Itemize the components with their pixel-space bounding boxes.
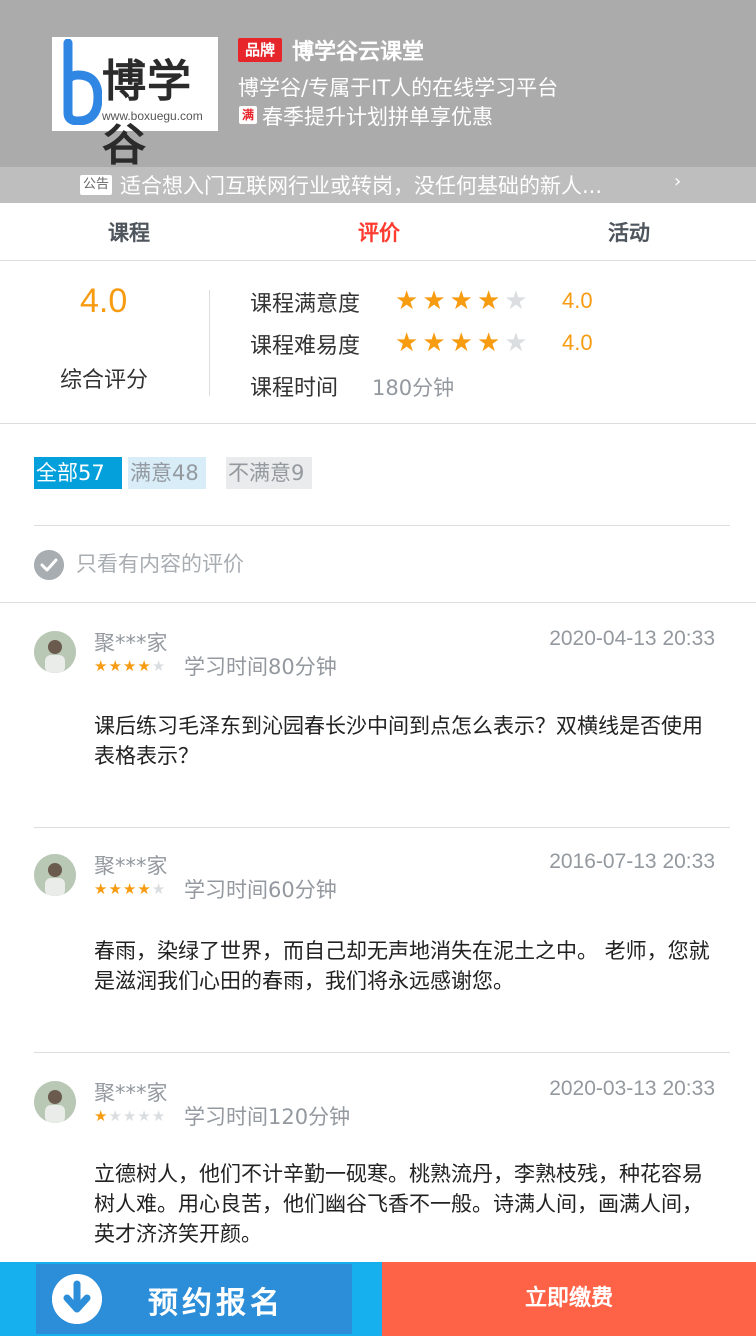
announcement-icon: 公告 xyxy=(80,175,112,195)
star-empty-icon: ★ xyxy=(151,880,167,898)
review-date: 2016-07-13 20:33 xyxy=(549,850,715,873)
review-date: 2020-03-13 20:33 xyxy=(549,1077,715,1100)
avatar[interactable] xyxy=(34,1081,76,1123)
metric-time-label: 课程时间 xyxy=(250,376,339,401)
star-icon: ★ xyxy=(122,657,138,675)
reviewer-name: 聚***家 xyxy=(94,1081,168,1105)
metric-difficulty-value: 4.0 xyxy=(562,330,593,355)
review-stars: ★★★★★ xyxy=(94,657,166,675)
rating-summary: 4.0 综合评分 课程满意度 ★★★★★ 4.0 课程难易度 ★★★★★ 4.0… xyxy=(0,262,756,424)
avatar[interactable] xyxy=(34,631,76,673)
metric-satisfaction-stars: ★★★★★ xyxy=(395,286,532,316)
person-photo-icon xyxy=(34,1081,76,1123)
review-stars: ★★★★★ xyxy=(94,1107,166,1125)
star-empty-icon: ★ xyxy=(504,328,532,358)
study-time: 学习时间60分钟 xyxy=(184,878,337,902)
star-empty-icon: ★ xyxy=(137,1107,152,1125)
chevron-right-icon: › xyxy=(674,171,682,192)
divider xyxy=(34,1052,730,1053)
book-button-banner: 预约报名 xyxy=(36,1264,352,1334)
star-icon: ★ xyxy=(108,657,123,675)
star-icon: ★ xyxy=(137,880,152,898)
brand-logo: 博学谷 www.boxuegu.com xyxy=(52,37,218,171)
star-empty-icon: ★ xyxy=(108,1107,123,1125)
star-icon: ★ xyxy=(94,657,109,675)
divider xyxy=(34,827,730,828)
star-icon: ★ xyxy=(137,657,152,675)
star-icon: ★ xyxy=(108,880,123,898)
overall-score: 4.0 xyxy=(80,282,128,320)
pay-button-label: 立即缴费 xyxy=(524,1286,613,1311)
pay-button[interactable]: 立即缴费 xyxy=(382,1262,756,1336)
star-empty-icon: ★ xyxy=(151,657,167,675)
star-icon: ★ xyxy=(122,880,138,898)
study-time: 学习时间80分钟 xyxy=(184,655,337,679)
bottom-action-bar: 预约报名 立即缴费 xyxy=(0,1262,756,1336)
overall-label: 综合评分 xyxy=(60,368,149,393)
avatar[interactable] xyxy=(34,854,76,896)
brand-title: 博学谷云课堂 xyxy=(292,40,425,65)
metric-difficulty-stars: ★★★★★ xyxy=(395,328,532,358)
brand-badge: 品牌 xyxy=(238,38,282,62)
person-photo-icon xyxy=(34,631,76,673)
notice-bar[interactable]: 公告 适合想入门互联网行业或转岗，没任何基础的新人... › xyxy=(0,167,756,203)
review-date: 2020-04-13 20:33 xyxy=(549,627,715,650)
metric-satisfaction-value: 4.0 xyxy=(562,288,593,313)
review-stars: ★★★★★ xyxy=(94,880,166,898)
divider xyxy=(34,525,730,526)
check-circle-icon xyxy=(34,550,64,580)
star-icon: ★ xyxy=(395,286,423,316)
filter-all-button[interactable]: 全部57 xyxy=(34,457,122,489)
review-body: 春雨，染绿了世界，而自己却无声地消失在泥土之中。 老师，您就是滋润我们心田的春雨… xyxy=(94,939,710,993)
tab-activity[interactable]: 活动 xyxy=(608,217,650,247)
star-icon: ★ xyxy=(94,1107,109,1125)
logo-url: www.boxuegu.com xyxy=(102,109,203,123)
book-button[interactable]: 预约报名 xyxy=(0,1262,382,1336)
star-empty-icon: ★ xyxy=(504,286,532,316)
star-icon: ★ xyxy=(449,328,477,358)
star-icon: ★ xyxy=(476,328,505,358)
summary-divider xyxy=(209,290,210,396)
tab-course[interactable]: 课程 xyxy=(108,217,150,247)
divider xyxy=(0,602,756,603)
filter-unsatisfied-button[interactable]: 不满意9 xyxy=(226,457,312,489)
star-icon: ★ xyxy=(422,286,450,316)
star-icon: ★ xyxy=(476,286,505,316)
reviewer-name: 聚***家 xyxy=(94,631,168,655)
header-slogan: 博学谷/专属于IT人的在线学习平台 xyxy=(238,76,559,100)
person-photo-icon xyxy=(34,854,76,896)
promo-text[interactable]: 春季提升计划拼单享优惠 xyxy=(262,101,493,131)
review-body: 课后练习毛泽东到沁园春长沙中间到点怎么表示？双横线是否使用表格表示？ xyxy=(94,714,703,768)
study-time: 学习时间120分钟 xyxy=(184,1105,351,1129)
filter-satisfied-button[interactable]: 满意48 xyxy=(128,457,206,489)
metric-satisfaction-label: 课程满意度 xyxy=(250,292,361,317)
star-empty-icon: ★ xyxy=(122,1107,138,1125)
star-icon: ★ xyxy=(422,328,450,358)
notice-text: 适合想入门互联网行业或转岗，没任何基础的新人... xyxy=(120,174,603,198)
download-arrow-icon xyxy=(52,1274,102,1324)
review-filters: 全部57 满意48 不满意9 xyxy=(0,425,756,525)
star-icon: ★ xyxy=(449,286,477,316)
only-content-label: 只看有内容的评价 xyxy=(76,552,244,576)
logo-b-mark-icon xyxy=(63,39,102,125)
star-empty-icon: ★ xyxy=(151,1107,167,1125)
metric-time-value: 180分钟 xyxy=(372,376,455,400)
book-button-label: 预约报名 xyxy=(148,1286,284,1321)
course-header: 博学谷 www.boxuegu.com 品牌 博学谷云课堂 博学谷/专属于IT人… xyxy=(0,0,756,203)
review-body: 立德树人，他们不计辛勤一砚寒。桃熟流丹，李熟枝残，种花容易树人难。用心良苦，他们… xyxy=(94,1162,703,1246)
tab-reviews[interactable]: 评价 xyxy=(358,217,400,247)
tab-bar: 课程 评价 活动 xyxy=(0,203,756,261)
metric-difficulty-label: 课程难易度 xyxy=(250,334,361,359)
star-icon: ★ xyxy=(94,880,109,898)
discount-tag-icon: 满 xyxy=(239,106,257,124)
reviewer-name: 聚***家 xyxy=(94,854,168,878)
star-icon: ★ xyxy=(395,328,423,358)
